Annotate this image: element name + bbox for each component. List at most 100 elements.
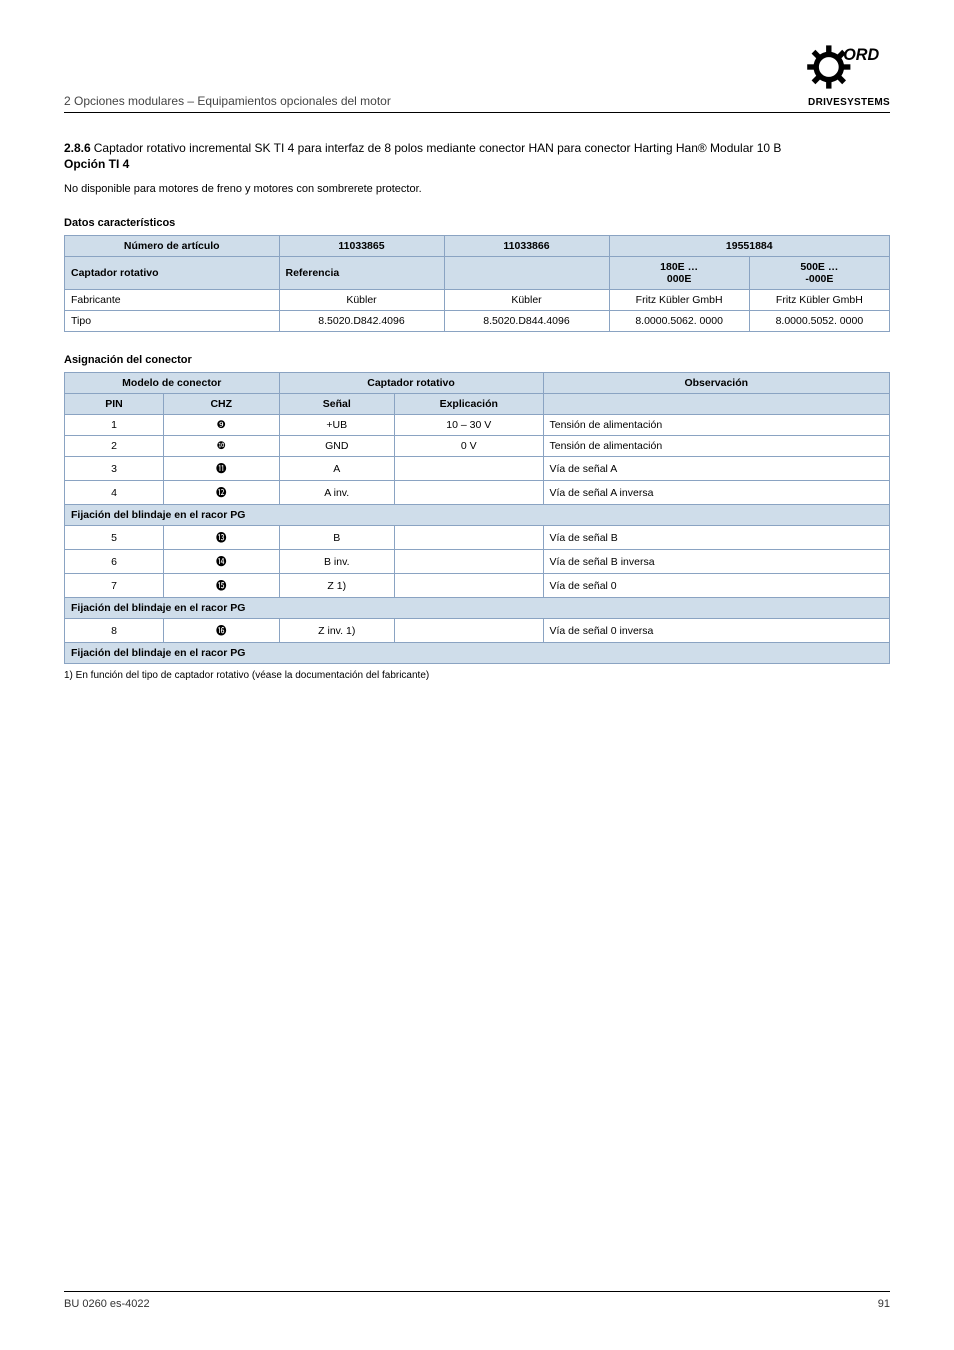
cell: +UB [279, 415, 395, 436]
cell: ⓭ [164, 526, 280, 550]
table-row: 5 ⓭ B Vía de señal B [65, 526, 890, 550]
cell: GND [279, 436, 395, 457]
th-blank [444, 257, 609, 290]
cell: 8.0000.5062. 0000 [609, 311, 749, 332]
cell: Kübler [444, 290, 609, 311]
cell: A [279, 457, 395, 481]
table-row: 6 ⓮ B inv. Vía de señal B inversa [65, 550, 890, 574]
th-captador2: Captador rotativo [279, 373, 543, 394]
footer-page: 91 [878, 1298, 890, 1310]
table-row: 3 ⓫ A Vía de señal A [65, 457, 890, 481]
th-captador: Captador rotativo [65, 257, 280, 290]
th-ref: Referencia [279, 257, 444, 290]
cell: Tensión de alimentación [543, 436, 890, 457]
table-row: Fijación del blindaje en el racor PG [65, 598, 890, 619]
table-row: 7 ⓯ Z 1) Vía de señal 0 [65, 574, 890, 598]
footnote: 1) En función del tipo de captador rotat… [64, 670, 890, 681]
table-row: Captador rotativo Referencia 180E … 000E… [65, 257, 890, 290]
cell: ⓰ [164, 619, 280, 643]
table-row: Fijación del blindaje en el racor PG [65, 505, 890, 526]
table-row: Fabricante Kübler Kübler Fritz Kübler Gm… [65, 290, 890, 311]
cell: Vía de señal A [543, 457, 890, 481]
header-title: 2 Opciones modulares – Equipamientos opc… [64, 94, 391, 108]
availability-line: No disponible para motores de freno y mo… [64, 183, 890, 195]
table-row: PIN CHZ Señal Explicación [65, 394, 890, 415]
band-cell: Fijación del blindaje en el racor PG [65, 643, 890, 664]
cell: Vía de señal A inversa [543, 481, 890, 505]
th-sub-right: 500E … -000E [749, 257, 889, 290]
cell: 0 V [395, 436, 544, 457]
cell: 1 [65, 415, 164, 436]
th-col4: 19551884 [609, 236, 890, 257]
th-col3: 11033866 [444, 236, 609, 257]
cell: Vía de señal B inversa [543, 550, 890, 574]
th-articulo: Número de artículo [65, 236, 280, 257]
table-row: Tipo 8.5020.D842.4096 8.5020.D844.4096 8… [65, 311, 890, 332]
table-row: 2 ❿ GND 0 V Tensión de alimentación [65, 436, 890, 457]
cell: 7 [65, 574, 164, 598]
brand-subtext: DRIVESYSTEMS [800, 97, 890, 108]
subhead-datos: Datos característicos [64, 217, 890, 229]
cell: Z 1) [279, 574, 395, 598]
table-row: Fijación del blindaje en el racor PG [65, 643, 890, 664]
cell: ⓬ [164, 481, 280, 505]
th-connector: Modelo de conector [65, 373, 280, 394]
cell: ⓮ [164, 550, 280, 574]
th-chz: CHZ [164, 394, 280, 415]
cell: A inv. [279, 481, 395, 505]
cell: B [279, 526, 395, 550]
table-row: 8 ⓰ Z inv. 1) Vía de señal 0 inversa [65, 619, 890, 643]
cell: ⓯ [164, 574, 280, 598]
table-row: Modelo de conector Captador rotativo Obs… [65, 373, 890, 394]
cell: Z inv. 1) [279, 619, 395, 643]
page-footer: BU 0260 es-4022 91 [64, 1291, 890, 1310]
option-line: Opción TI 4 [64, 157, 890, 171]
table-datos: Número de artículo 11033865 11033866 195… [64, 235, 890, 332]
th-col2: 11033865 [279, 236, 444, 257]
cell: Fabricante [65, 290, 280, 311]
table-row: 1 ❾ +UB 10 – 30 V Tensión de alimentació… [65, 415, 890, 436]
cell: ❾ [164, 415, 280, 436]
cell: 5 [65, 526, 164, 550]
th-blank2 [543, 394, 890, 415]
cell [395, 574, 544, 598]
table-asignacion: Modelo de conector Captador rotativo Obs… [64, 372, 890, 664]
cell: Vía de señal 0 [543, 574, 890, 598]
svg-text:ORD: ORD [843, 46, 879, 64]
subhead-asign: Asignación del conector [64, 354, 890, 366]
cell: 6 [65, 550, 164, 574]
band-cell: Fijación del blindaje en el racor PG [65, 505, 890, 526]
page-header: 2 Opciones modulares – Equipamientos opc… [64, 40, 890, 113]
gear-logo-icon: ORD [800, 40, 890, 94]
cell [395, 619, 544, 643]
band-cell: Fijación del blindaje en el racor PG [65, 598, 890, 619]
cell: 3 [65, 457, 164, 481]
cell: 4 [65, 481, 164, 505]
cell: 8.0000.5052. 0000 [749, 311, 889, 332]
section-heading: 2.8.6 Captador rotativo incremental SK T… [64, 141, 890, 155]
cell: Vía de señal 0 inversa [543, 619, 890, 643]
brand-logo: ORD DRIVESYSTEMS [800, 40, 890, 108]
cell: 8.5020.D842.4096 [279, 311, 444, 332]
cell: Tipo [65, 311, 280, 332]
th-remark: Observación [543, 373, 890, 394]
cell: Fritz Kübler GmbH [609, 290, 749, 311]
cell: 10 – 30 V [395, 415, 544, 436]
th-sub-left: 180E … 000E [609, 257, 749, 290]
th-pin: PIN [65, 394, 164, 415]
cell: Kübler [279, 290, 444, 311]
cell: Tensión de alimentación [543, 415, 890, 436]
cell [395, 550, 544, 574]
th-expl: Explicación [395, 394, 544, 415]
table-row: 4 ⓬ A inv. Vía de señal A inversa [65, 481, 890, 505]
cell [395, 481, 544, 505]
cell: 2 [65, 436, 164, 457]
cell: Vía de señal B [543, 526, 890, 550]
cell [395, 457, 544, 481]
cell: ⓫ [164, 457, 280, 481]
table-row: Número de artículo 11033865 11033866 195… [65, 236, 890, 257]
cell: 8.5020.D844.4096 [444, 311, 609, 332]
cell: B inv. [279, 550, 395, 574]
section-number: 2.8.6 [64, 141, 91, 155]
cell [395, 526, 544, 550]
